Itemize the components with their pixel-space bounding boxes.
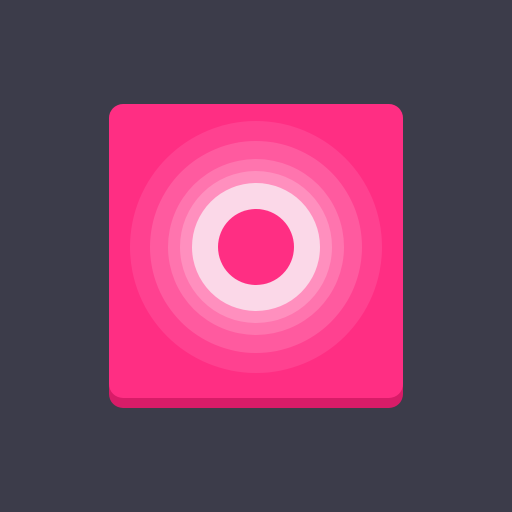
center-dot: [218, 209, 294, 285]
app-icon[interactable]: [109, 104, 403, 408]
app-icon-graphic: [109, 104, 403, 408]
screen-canvas: [0, 0, 512, 512]
